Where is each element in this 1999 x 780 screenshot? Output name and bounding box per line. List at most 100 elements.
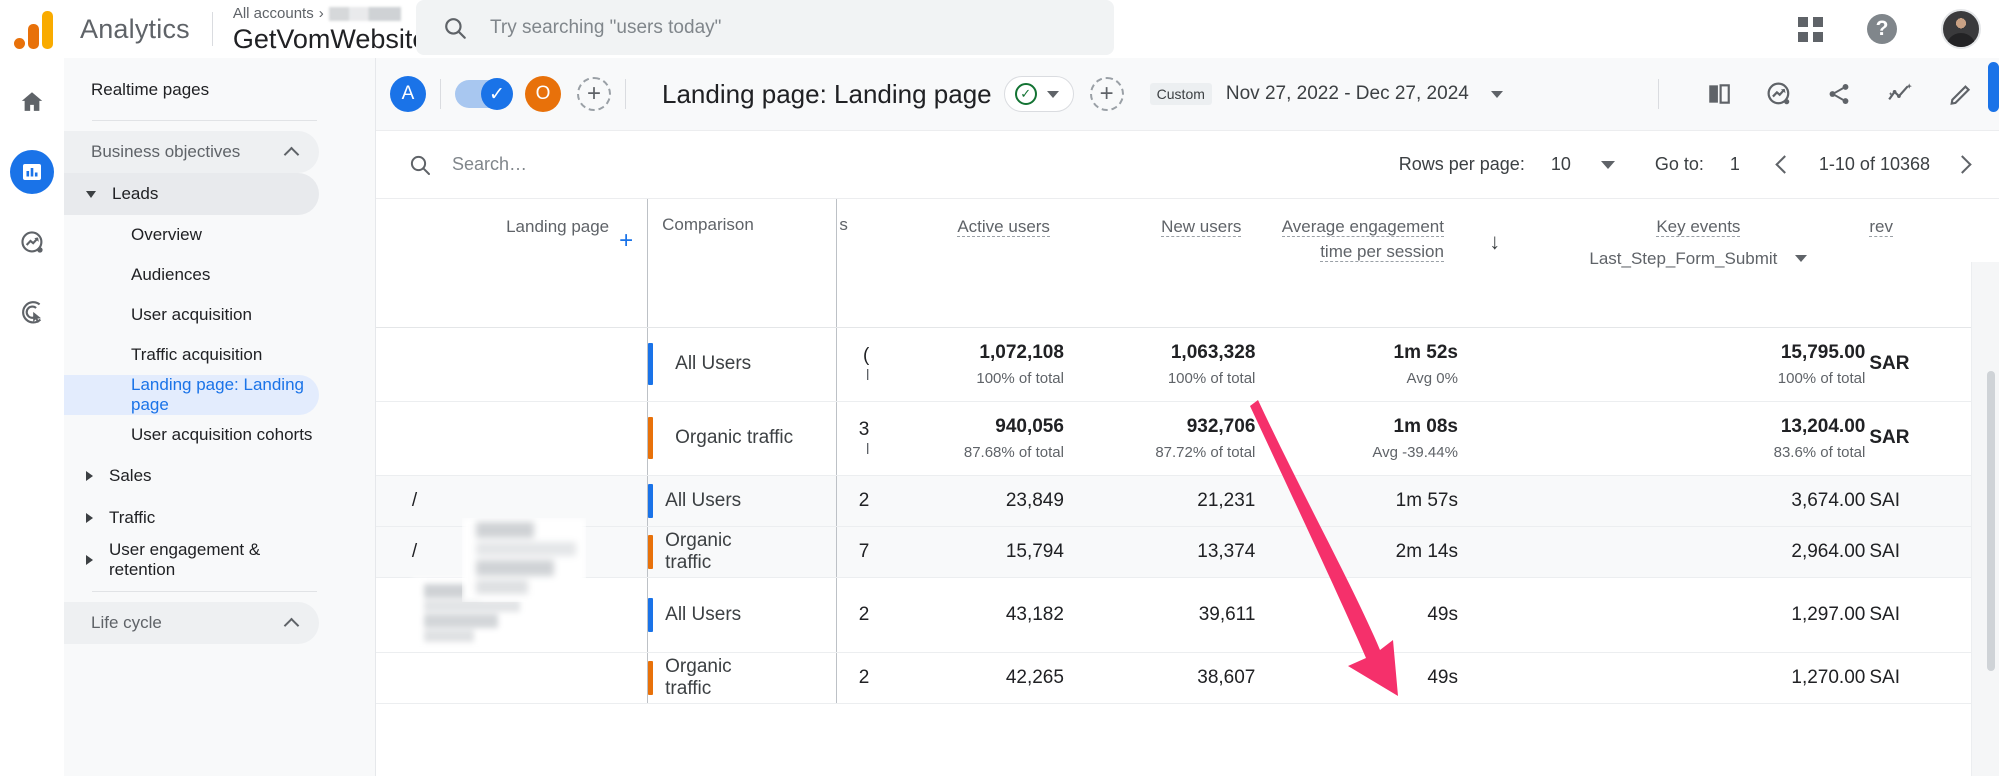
page-range-text: 1-10 of 10368: [1819, 154, 1930, 175]
sidebar-item-realtime-pages[interactable]: Realtime pages: [64, 70, 319, 110]
cell-hidden-value: 7: [837, 541, 869, 563]
avatar[interactable]: [1941, 9, 1981, 49]
sidebar-item-user-acquisition-cohorts[interactable]: User acquisition cohorts: [64, 415, 319, 455]
key-events-select-value[interactable]: Last_Step_Form_Submit: [1589, 249, 1777, 269]
edit-pencil-icon[interactable]: [1947, 81, 1975, 107]
sidebar-group-user-engagement-retention[interactable]: User engagement & retention: [64, 539, 319, 581]
cell-average-engagement: 1m 08s Avg -39.44%: [1255, 401, 1458, 475]
column-header-key-events[interactable]: Key events Last_Step_Form_Submit: [1531, 199, 1865, 327]
compare-split-icon[interactable]: [1705, 81, 1733, 107]
rail-item-advertising[interactable]: [10, 290, 54, 334]
share-icon[interactable]: [1825, 81, 1853, 107]
page-scrollbar-thumb[interactable]: [1988, 62, 1999, 112]
metric-value: 940,056: [872, 416, 1063, 438]
green-check-circle-icon: ✓: [1015, 83, 1037, 105]
column-header-active-users[interactable]: Active users: [872, 199, 1063, 327]
table-body: All Users ) l 1,072,108 100% of total 1,…: [376, 327, 1999, 703]
cell-hidden-partial: 2: [837, 577, 873, 652]
sidebar-item-audiences[interactable]: Audiences: [64, 255, 319, 295]
next-page-icon[interactable]: [1953, 155, 1971, 173]
add-comparison-button[interactable]: +: [577, 77, 611, 111]
metric-sub: 100% of total: [872, 370, 1063, 387]
sidebar-divider: [92, 591, 317, 592]
cell-hidden-value: 2: [837, 667, 869, 689]
comparison-chip-all-users[interactable]: A: [390, 76, 426, 112]
table-scrollbar-thumb[interactable]: [1987, 371, 1995, 671]
sidebar-item-overview[interactable]: Overview: [64, 215, 319, 255]
cell-key-events: 3,674.00: [1531, 475, 1865, 526]
sidebar-section-business-objectives[interactable]: Business objectives: [64, 131, 319, 173]
chevron-up-icon[interactable]: [284, 147, 300, 163]
table-pagination: Rows per page: 10 Go to: 1 1-10 of 10368: [1399, 154, 1969, 175]
table-row[interactable]: 1 / All Users 2 23,849 21,231 1m 57s 3,6…: [376, 475, 1999, 526]
cell-average-engagement: 49s: [1255, 652, 1458, 703]
table-row[interactable]: 2 All Users 2 43,182 39,611 49s 1,297.00…: [376, 577, 1999, 652]
comparison-chip-organic[interactable]: O: [525, 76, 561, 112]
previous-page-icon[interactable]: [1775, 155, 1793, 173]
add-report-button[interactable]: +: [1090, 77, 1124, 111]
rail-item-reports[interactable]: [10, 150, 54, 194]
redacted-account-name: [329, 7, 401, 21]
column-header-average-engagement-time[interactable]: Average engagement time per session: [1255, 199, 1458, 327]
advertising-target-icon: [19, 299, 46, 326]
rows-per-page-chevron-down-icon[interactable]: [1601, 161, 1615, 169]
rail-item-explore[interactable]: [10, 220, 54, 264]
segment-label: Organic traffic: [665, 530, 759, 573]
report-status-pill[interactable]: ✓: [1004, 76, 1074, 112]
insights-icon[interactable]: [1765, 80, 1793, 108]
triangle-right-icon: [86, 471, 93, 481]
header-divider: [440, 79, 441, 109]
global-search[interactable]: Try searching "users today": [416, 0, 1114, 55]
report-navigation-panel: Realtime pages Business objectives Leads…: [64, 58, 376, 776]
chevron-up-icon[interactable]: [284, 618, 300, 634]
table-row[interactable]: / Organic traffic 7 15,794 13,374 2m 14s…: [376, 526, 1999, 577]
sidebar-group-traffic[interactable]: Traffic: [64, 497, 319, 539]
table-row[interactable]: Organic traffic 2 42,265 38,607 49s 1,27…: [376, 652, 1999, 703]
key-events-chevron-down-icon[interactable]: [1795, 255, 1807, 262]
column-header-new-users[interactable]: New users: [1064, 199, 1255, 327]
trend-sparkle-icon[interactable]: [1885, 81, 1915, 107]
table-search-input[interactable]: Search…: [452, 154, 527, 175]
cell-segment: Organic traffic: [648, 652, 837, 703]
cell-segment: All Users: [648, 475, 837, 526]
cell-index: 2: [376, 577, 394, 652]
google-analytics-logo-icon[interactable]: [14, 9, 58, 49]
sidebar-item-user-acquisition[interactable]: User acquisition: [64, 295, 319, 335]
sidebar-group-sales[interactable]: Sales: [64, 455, 319, 497]
help-icon[interactable]: ?: [1867, 14, 1897, 44]
rows-per-page-value[interactable]: 10: [1551, 154, 1571, 175]
go-to-input[interactable]: 1: [1730, 154, 1740, 175]
cell-landing-page[interactable]: [394, 652, 648, 703]
sidebar-item-traffic-acquisition[interactable]: Traffic acquisition: [64, 335, 319, 375]
table-row[interactable]: All Users ) l 1,072,108 100% of total 1,…: [376, 327, 1999, 401]
metric-value: 1,063,328: [1064, 342, 1255, 364]
grid-apps-icon[interactable]: [1798, 17, 1823, 42]
sidebar-group-leads[interactable]: Leads: [64, 173, 319, 215]
cell-hidden-partial: 2: [837, 475, 873, 526]
date-range-chevron-down-icon[interactable]: [1491, 91, 1503, 98]
comparison-toggle[interactable]: [455, 80, 511, 108]
cell-hidden-sub: l: [837, 367, 869, 384]
chevron-down-icon[interactable]: [1047, 91, 1059, 98]
sidebar-section-life-cycle[interactable]: Life cycle: [64, 602, 319, 644]
rail-item-home[interactable]: [10, 80, 54, 124]
column-sort-indicator[interactable]: ↓: [1458, 199, 1531, 327]
home-icon: [19, 89, 45, 115]
cell-hidden-partial: 7: [837, 526, 873, 577]
cell-spacer: [1458, 475, 1531, 526]
sidebar-item-landing-page[interactable]: Landing page: Landing page: [64, 375, 319, 415]
report-data-table: Landing page + Comparison s Active users…: [376, 199, 1999, 704]
sidebar-group-label: Leads: [112, 184, 158, 204]
global-search-input[interactable]: Try searching "users today": [490, 17, 721, 39]
add-dimension-icon[interactable]: +: [619, 229, 633, 253]
table-row[interactable]: Organic traffic 3 l 940,056 87.68% of to…: [376, 401, 1999, 475]
date-range-picker[interactable]: Nov 27, 2022 - Dec 27, 2024: [1226, 83, 1469, 105]
breadcrumb-all-accounts[interactable]: All accounts: [233, 5, 314, 22]
column-header-landing-page[interactable]: Landing page +: [394, 199, 648, 327]
cell-average-engagement: 2m 14s: [1255, 526, 1458, 577]
cell-hidden-value: 3: [837, 419, 869, 441]
cell-spacer: [1458, 401, 1531, 475]
segment-label: Organic traffic: [665, 656, 759, 699]
metric-value: 1m 08s: [1255, 416, 1458, 438]
cell-average-engagement: 1m 57s: [1255, 475, 1458, 526]
